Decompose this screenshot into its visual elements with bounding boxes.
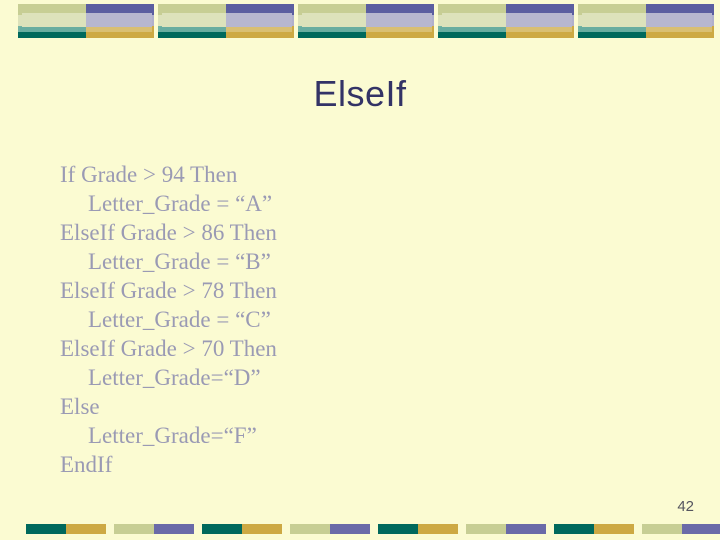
header-block-plate bbox=[162, 13, 292, 27]
header-decoration-block bbox=[298, 4, 434, 38]
header-underline-left bbox=[160, 27, 226, 32]
header-plate-left bbox=[162, 13, 226, 27]
header-underline-left bbox=[20, 27, 86, 32]
footer-decoration bbox=[0, 524, 720, 534]
code-line: Letter_Grade = “B” bbox=[88, 249, 271, 274]
header-block-plate bbox=[302, 13, 432, 27]
header-underline-left bbox=[300, 27, 366, 32]
header-underline-right bbox=[366, 27, 432, 32]
code-line: EndIf bbox=[60, 452, 113, 477]
header-block-underline bbox=[580, 27, 712, 32]
header-underline-left bbox=[580, 27, 646, 32]
header-band bbox=[158, 32, 226, 38]
header-band bbox=[18, 32, 86, 38]
header-plate-left bbox=[302, 13, 366, 27]
footer-segment bbox=[154, 524, 194, 534]
header-plate-right bbox=[506, 13, 572, 27]
header-underline-right bbox=[646, 27, 712, 32]
header-block-underline bbox=[20, 27, 152, 32]
header-block-underline bbox=[300, 27, 432, 32]
code-line: Letter_Grade = “C” bbox=[88, 307, 271, 332]
header-underline-right bbox=[86, 27, 152, 32]
header-underline-left bbox=[440, 27, 506, 32]
footer-segment bbox=[466, 524, 506, 534]
header-block-plate bbox=[22, 13, 152, 27]
footer-segment bbox=[682, 524, 720, 534]
header-plate-right bbox=[86, 13, 152, 27]
header-block-plate bbox=[582, 13, 712, 27]
header-plate-left bbox=[442, 13, 506, 27]
code-line: Else bbox=[60, 394, 100, 419]
code-line: Letter_Grade=“D” bbox=[88, 365, 261, 390]
code-line: ElseIf Grade > 78 Then bbox=[60, 278, 277, 303]
page-number: 42 bbox=[677, 498, 694, 515]
footer-segment bbox=[114, 524, 154, 534]
header-band bbox=[298, 32, 366, 38]
footer-segment bbox=[242, 524, 282, 534]
header-plate-right bbox=[366, 13, 432, 27]
header-plate-left bbox=[22, 13, 86, 27]
code-line: If Grade > 94 Then bbox=[60, 162, 238, 187]
footer-segment bbox=[66, 524, 106, 534]
header-decoration bbox=[0, 0, 720, 46]
header-decoration-block bbox=[158, 4, 294, 38]
footer-segment bbox=[330, 524, 370, 534]
footer-segment bbox=[418, 524, 458, 534]
footer-segment bbox=[202, 524, 242, 534]
code-line: ElseIf Grade > 70 Then bbox=[60, 336, 277, 361]
header-block-underline bbox=[440, 27, 572, 32]
header-plate-left bbox=[582, 13, 646, 27]
header-plate-right bbox=[646, 13, 712, 27]
footer-segment bbox=[26, 524, 66, 534]
footer-segment bbox=[642, 524, 682, 534]
header-band bbox=[438, 32, 506, 38]
header-underline-right bbox=[226, 27, 292, 32]
header-block-underline bbox=[160, 27, 292, 32]
header-decoration-block bbox=[18, 4, 154, 38]
header-block-plate bbox=[442, 13, 572, 27]
footer-segment bbox=[290, 524, 330, 534]
code-line: Letter_Grade=“F” bbox=[88, 423, 257, 448]
slide-canvas: ElseIf If Grade > 94 Then Letter_Grade = … bbox=[0, 0, 720, 540]
code-line: Letter_Grade = “A” bbox=[88, 191, 273, 216]
header-decoration-block bbox=[438, 4, 574, 38]
footer-segment bbox=[378, 524, 418, 534]
footer-segment bbox=[554, 524, 594, 534]
header-plate-right bbox=[226, 13, 292, 27]
code-line: ElseIf Grade > 86 Then bbox=[60, 220, 277, 245]
page-title: ElseIf bbox=[313, 73, 407, 114]
header-band bbox=[578, 32, 646, 38]
footer-segment bbox=[594, 524, 634, 534]
header-underline-right bbox=[506, 27, 572, 32]
footer-segment bbox=[506, 524, 546, 534]
code-body: If Grade > 94 Then Letter_Grade = “A” Else… bbox=[60, 160, 480, 479]
header-decoration-block bbox=[578, 4, 714, 38]
